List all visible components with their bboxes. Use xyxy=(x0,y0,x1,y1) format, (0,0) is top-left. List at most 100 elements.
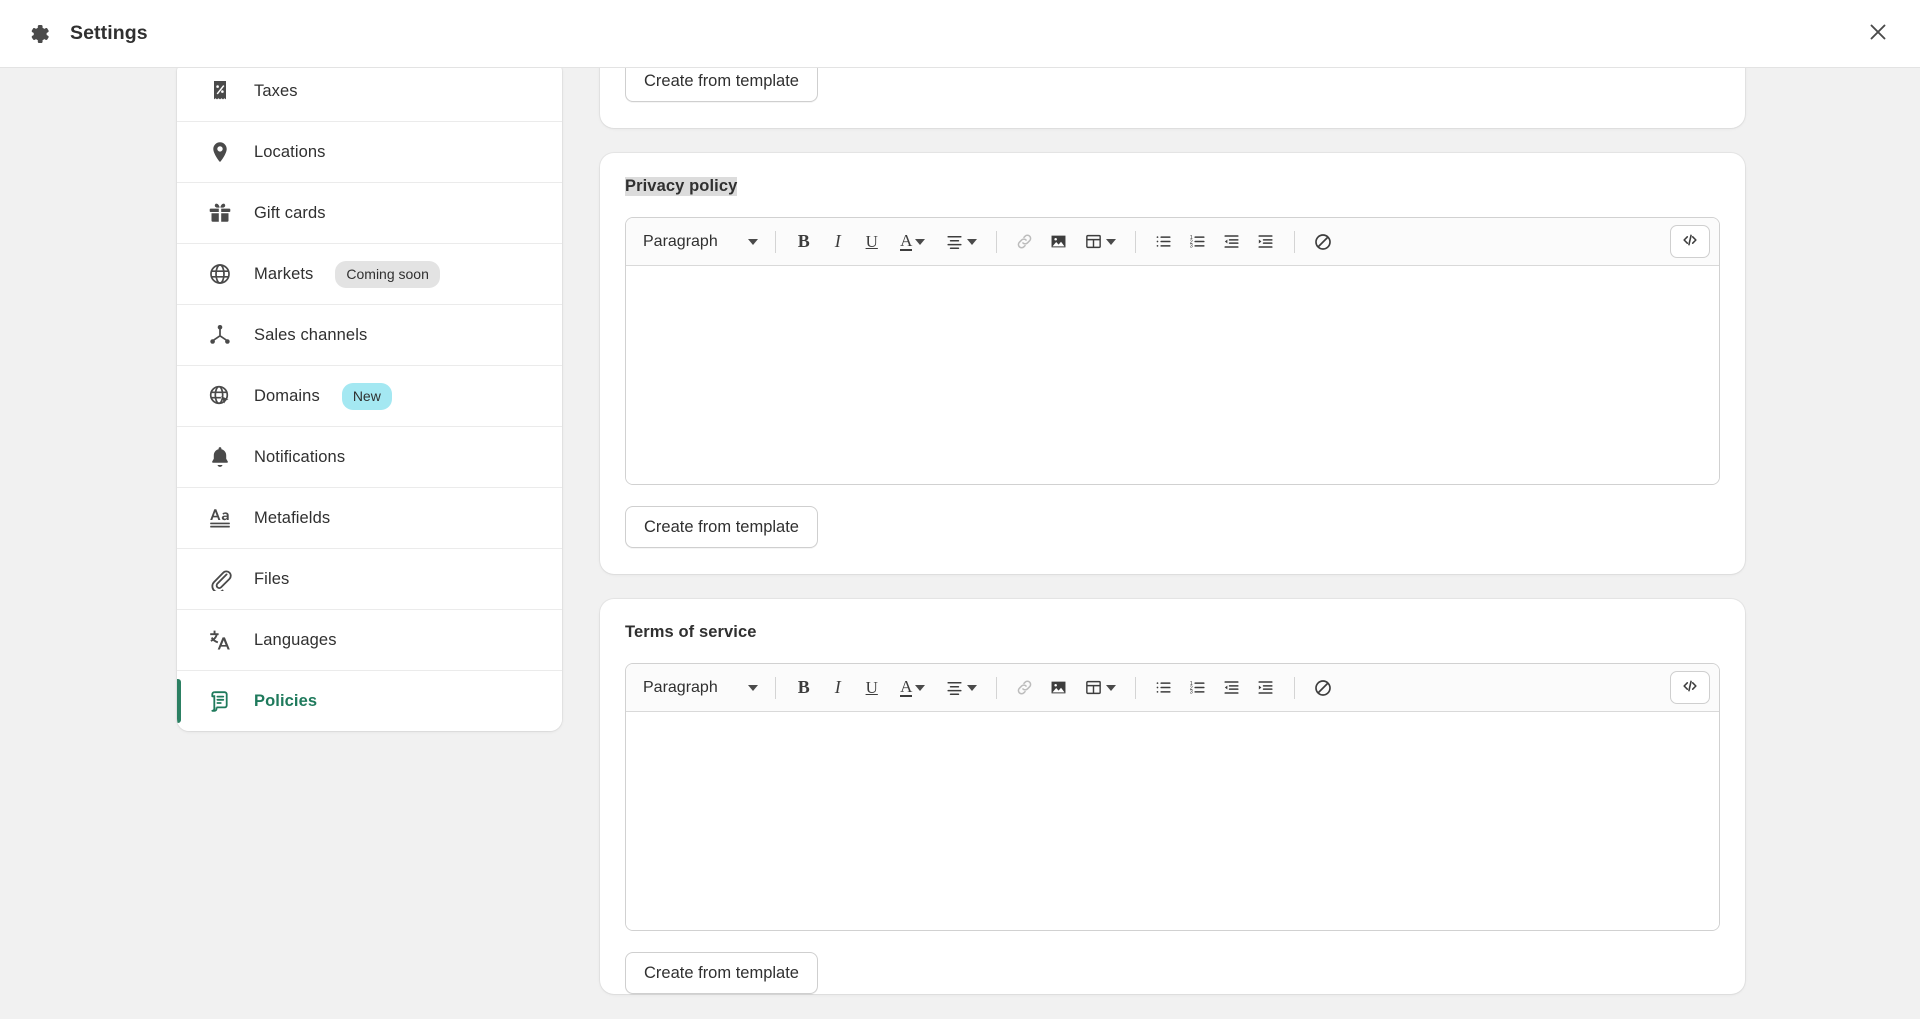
sidebar-item-label: Locations xyxy=(254,142,326,161)
text-color-button[interactable]: A xyxy=(889,226,937,258)
bold-icon: B xyxy=(797,677,810,697)
policy-card: Terms of service Paragraph B I U A 1 2 3 Create f… xyxy=(600,599,1745,994)
block-format-select[interactable]: Paragraph xyxy=(639,226,764,258)
page-title: Settings xyxy=(70,22,148,44)
sidebar-item-label: Sales channels xyxy=(254,325,368,344)
clear-formatting-icon xyxy=(1313,678,1333,698)
sidebar-item-gift-cards[interactable]: Gift cards xyxy=(177,182,562,243)
settings-sidebar: Taxes Locations Gift cards Markets Coming so… xyxy=(177,60,562,731)
text-color-button[interactable]: A xyxy=(889,672,937,704)
outdent-icon xyxy=(1222,678,1241,697)
code-view-button[interactable] xyxy=(1670,225,1710,258)
chevron-down-icon xyxy=(747,238,758,245)
sidebar-item-markets[interactable]: Markets Coming soon xyxy=(177,243,562,304)
italic-icon: I xyxy=(834,231,841,251)
sidebar-item-files[interactable]: Files xyxy=(177,548,562,609)
sidebar-item-label: Domains xyxy=(254,386,320,405)
align-icon xyxy=(945,678,964,697)
underline-button[interactable]: U xyxy=(855,226,889,258)
toolbar-separator xyxy=(1134,230,1136,253)
sidebar-item-sales-channels[interactable]: Sales channels xyxy=(177,304,562,365)
bold-button[interactable]: B xyxy=(787,672,821,704)
sidebar-item-domains[interactable]: Domains New xyxy=(177,365,562,426)
indent-icon xyxy=(1256,232,1275,251)
italic-button[interactable]: I xyxy=(821,672,855,704)
sidebar-item-taxes[interactable]: Taxes xyxy=(177,60,562,121)
clear-formatting-button[interactable] xyxy=(1306,672,1340,704)
block-format-select[interactable]: Paragraph xyxy=(639,672,764,704)
settings-page: Taxes Locations Gift cards Markets Coming so… xyxy=(0,0,1920,994)
clear-formatting-button[interactable] xyxy=(1306,226,1340,258)
sidebar-item-notifications[interactable]: Notifications xyxy=(177,426,562,487)
toolbar-separator xyxy=(995,676,997,699)
text-color-icon: A xyxy=(900,676,913,698)
chevron-down-icon xyxy=(915,238,926,245)
svg-text:3: 3 xyxy=(1190,690,1193,696)
bold-button[interactable]: B xyxy=(787,226,821,258)
translate-icon xyxy=(208,628,232,652)
channels-icon xyxy=(208,323,232,347)
sidebar-item-label: Markets xyxy=(254,264,314,283)
numbered-list-button[interactable]: 123 xyxy=(1181,226,1215,258)
code-icon xyxy=(1681,231,1699,252)
toolbar-separator xyxy=(995,230,997,253)
editor-content-area[interactable] xyxy=(626,266,1719,484)
link-icon xyxy=(1015,232,1034,251)
policies-main-column: Create from template Privacy policy Paragr… xyxy=(600,0,1745,1019)
chevron-down-icon xyxy=(1105,238,1116,245)
toolbar-separator xyxy=(1293,676,1295,699)
bulleted-list-icon xyxy=(1154,678,1173,697)
block-format-value: Paragraph xyxy=(643,232,718,250)
bulleted-list-icon xyxy=(1154,232,1173,251)
align-button[interactable] xyxy=(937,226,985,258)
numbered-list-icon: 123 xyxy=(1188,232,1207,251)
align-button[interactable] xyxy=(937,672,985,704)
sidebar-item-policies[interactable]: Policies xyxy=(177,670,562,731)
bold-icon: B xyxy=(797,231,810,251)
toolbar-separator xyxy=(774,676,776,699)
sidebar-item-badge: New xyxy=(341,382,392,410)
close-button[interactable] xyxy=(1858,14,1898,54)
outdent-button[interactable] xyxy=(1215,672,1249,704)
create-from-template-button[interactable]: Create from template xyxy=(625,952,818,994)
code-view-button[interactable] xyxy=(1670,671,1710,704)
editor-content-area[interactable] xyxy=(626,712,1719,930)
editor-toolbar: Paragraph B I U A 1 2 3 xyxy=(626,664,1719,712)
outdent-icon xyxy=(1222,232,1241,251)
policy-card: Privacy policy Paragraph B I U A 1 2 3 Create fro… xyxy=(600,153,1745,574)
italic-button[interactable]: I xyxy=(821,226,855,258)
bulleted-list-button[interactable] xyxy=(1147,226,1181,258)
sidebar-item-locations[interactable]: Locations xyxy=(177,121,562,182)
sidebar-item-label: Languages xyxy=(254,630,337,649)
link-button xyxy=(1008,226,1042,258)
receipt-percent-icon xyxy=(208,79,232,103)
indent-button[interactable] xyxy=(1249,672,1283,704)
rich-text-editor: Paragraph B I U A 1 2 3 xyxy=(625,663,1720,931)
table-button[interactable] xyxy=(1076,226,1124,258)
gift-icon xyxy=(208,201,232,225)
clear-formatting-icon xyxy=(1313,232,1333,252)
image-icon xyxy=(1049,232,1068,251)
block-format-value: Paragraph xyxy=(643,678,718,696)
numbered-list-button[interactable]: 123 xyxy=(1181,672,1215,704)
policy-scroll-icon xyxy=(208,689,232,713)
sidebar-item-languages[interactable]: Languages xyxy=(177,609,562,670)
toolbar-separator xyxy=(774,230,776,253)
sidebar-item-metafields[interactable]: Metafields xyxy=(177,487,562,548)
create-from-template-button[interactable]: Create from template xyxy=(625,506,818,548)
bulleted-list-button[interactable] xyxy=(1147,672,1181,704)
image-button[interactable] xyxy=(1042,672,1076,704)
editor-toolbar: Paragraph B I U A 1 2 3 xyxy=(626,218,1719,266)
toolbar-separator xyxy=(1293,230,1295,253)
policy-card-title: Terms of service xyxy=(625,623,757,641)
outdent-button[interactable] xyxy=(1215,226,1249,258)
indent-button[interactable] xyxy=(1249,226,1283,258)
underline-button[interactable]: U xyxy=(855,672,889,704)
paperclip-icon xyxy=(208,567,232,591)
link-icon xyxy=(1015,678,1034,697)
chevron-down-icon xyxy=(966,238,977,245)
chevron-down-icon xyxy=(966,684,977,691)
image-button[interactable] xyxy=(1042,226,1076,258)
indent-icon xyxy=(1256,678,1275,697)
table-button[interactable] xyxy=(1076,672,1124,704)
